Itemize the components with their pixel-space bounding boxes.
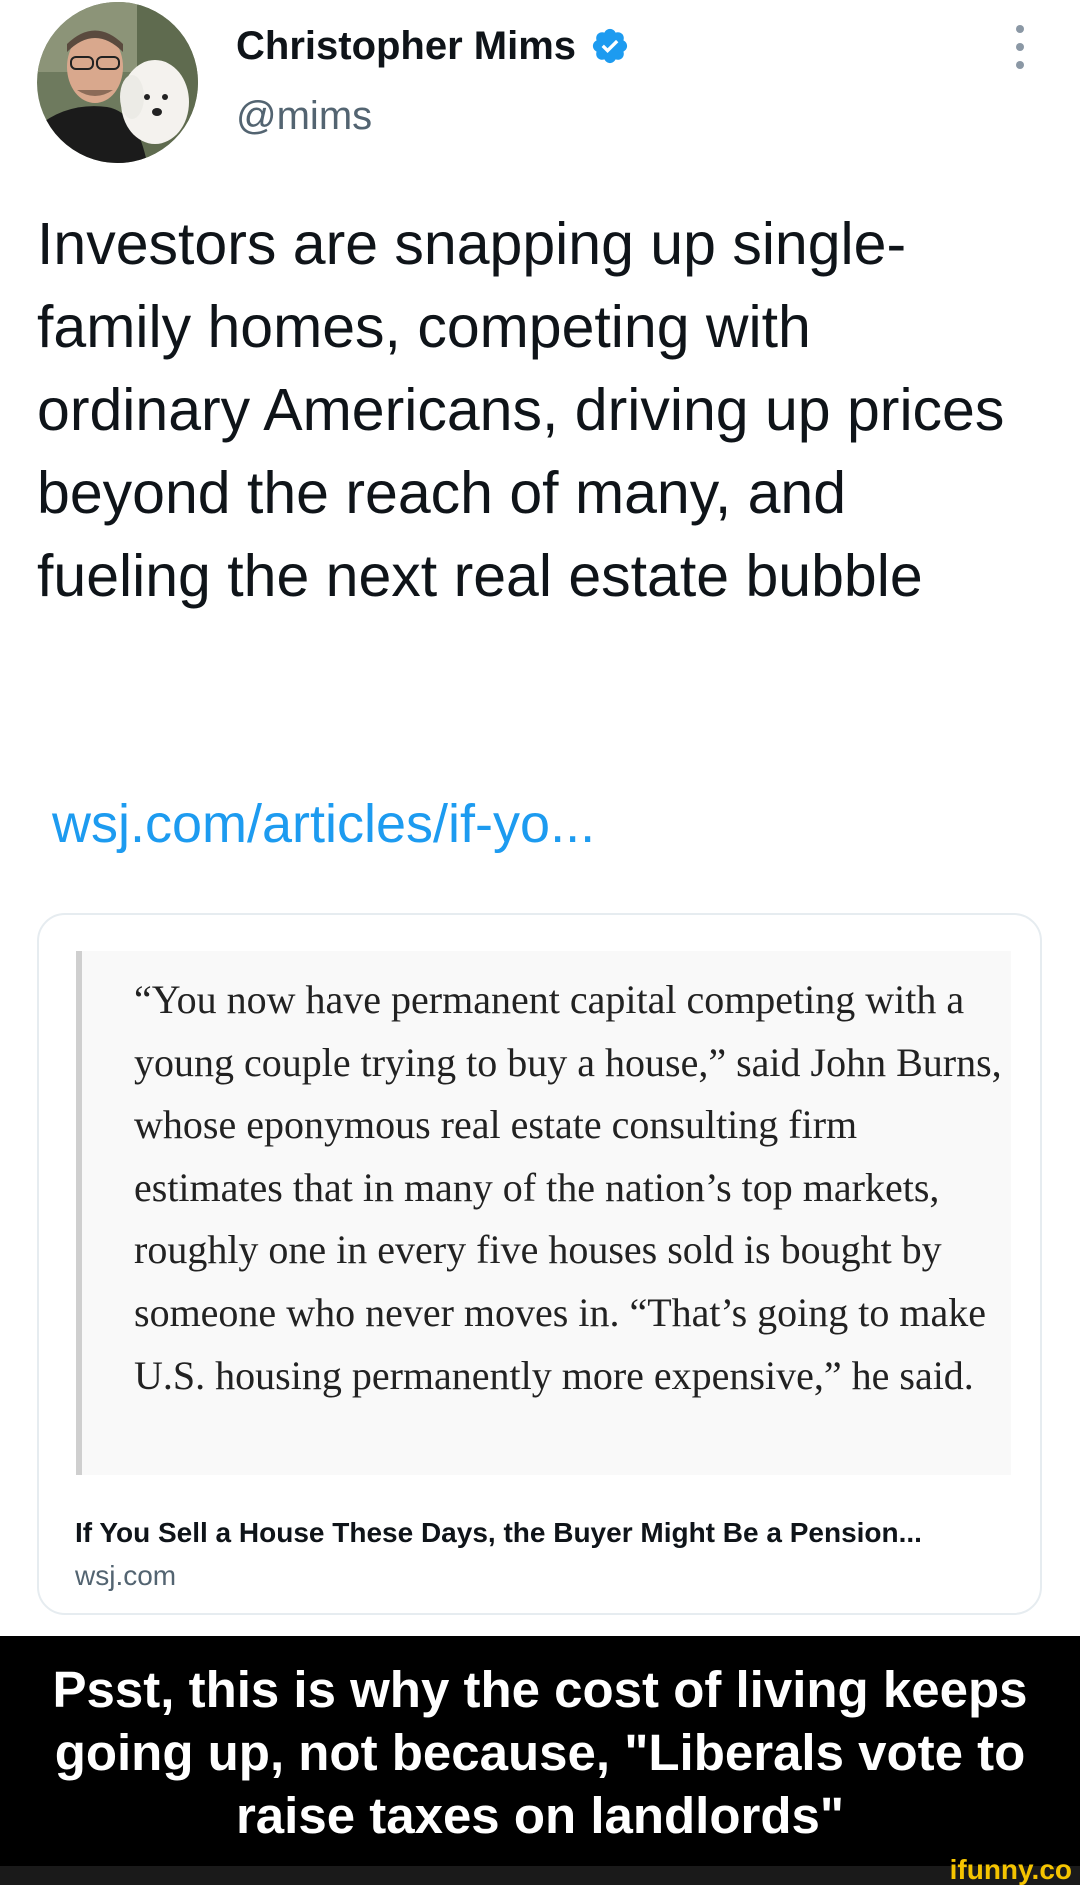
avatar[interactable]	[37, 2, 198, 163]
card-title: If You Sell a House These Days, the Buye…	[75, 1517, 922, 1548]
author-handle[interactable]: @mims	[236, 94, 372, 139]
watermark-bar: ifunny.co	[0, 1855, 1080, 1885]
article-link[interactable]: wsj.com/articles/if-yo...	[52, 793, 595, 855]
link-preview-card[interactable]: “You now have permanent capital competin…	[37, 913, 1042, 1615]
quote-image: “You now have permanent capital competin…	[76, 951, 1011, 1475]
author-row: Christopher Mims	[236, 18, 630, 74]
ifunny-watermark: ifunny.co	[949, 1854, 1072, 1885]
card-domain: wsj.com	[75, 1560, 177, 1591]
quote-bar	[76, 951, 82, 1475]
verified-badge-icon	[592, 28, 628, 64]
quote-text: “You now have permanent capital competin…	[134, 977, 1002, 1398]
tweet-text: Investors are snapping up single-family …	[37, 211, 1005, 609]
meme-caption: Psst, this is why the cost of living kee…	[0, 1636, 1080, 1866]
tweet: Christopher Mims @mims Investors are sna…	[0, 0, 1080, 1636]
author-name[interactable]: Christopher Mims	[236, 24, 576, 69]
more-options-icon[interactable]	[1010, 22, 1030, 72]
caption-text: Psst, this is why the cost of living kee…	[52, 1661, 1028, 1844]
